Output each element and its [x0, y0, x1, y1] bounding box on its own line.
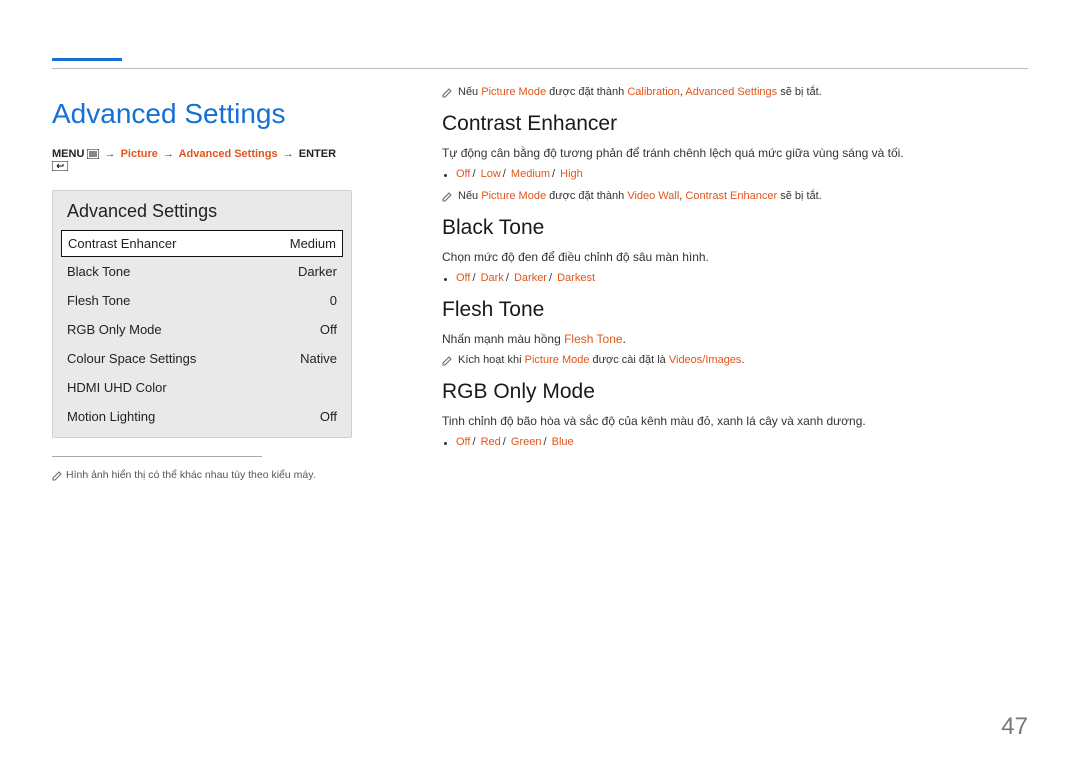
row-value: 0: [330, 293, 337, 308]
desc-black-tone: Chọn mức độ đen để điều chỉnh độ sâu màn…: [442, 250, 1028, 264]
row-label: RGB Only Mode: [67, 322, 162, 337]
footnote-text: Hình ảnh hiển thị có thể khác nhau tùy t…: [66, 469, 316, 481]
note-calibration: Nếu Picture Mode được đặt thành Calibrat…: [442, 86, 1028, 98]
panel-row-hdmi-uhd[interactable]: HDMI UHD Color: [53, 373, 351, 402]
row-label: Contrast Enhancer: [68, 236, 176, 251]
left-column: Advanced Settings MENU → Picture → Advan…: [52, 86, 352, 703]
page-title: Advanced Settings: [52, 98, 352, 130]
row-value: Native: [300, 351, 337, 366]
panel-row-colour-space[interactable]: Colour Space Settings Native: [53, 344, 351, 373]
enter-icon: [52, 161, 68, 171]
breadcrumb: MENU → Picture → Advanced Settings → ENT…: [52, 148, 352, 172]
breadcrumb-advanced: Advanced Settings: [179, 148, 278, 160]
panel-row-flesh-tone[interactable]: Flesh Tone 0: [53, 286, 351, 315]
row-value: Off: [320, 322, 337, 337]
pencil-icon: [442, 355, 453, 366]
heading-rgb-only: RGB Only Mode: [442, 380, 1028, 404]
note-video-wall: Nếu Picture Mode được đặt thành Video Wa…: [442, 190, 1028, 202]
arrow-icon: →: [163, 148, 174, 160]
heading-flesh-tone: Flesh Tone: [442, 298, 1028, 322]
arrow-icon: →: [105, 148, 116, 160]
row-value: Medium: [290, 236, 336, 251]
panel-row-rgb-only[interactable]: RGB Only Mode Off: [53, 315, 351, 344]
options-contrast-enhancer: Off/ Low/ Medium/ High: [442, 168, 1028, 180]
row-label: HDMI UHD Color: [67, 380, 167, 395]
desc-rgb-only: Tinh chỉnh độ bão hòa và sắc độ của kênh…: [442, 414, 1028, 428]
footnote-rule: [52, 456, 262, 457]
desc-contrast-enhancer: Tự động cân bằng độ tương phản để tránh …: [442, 146, 1028, 160]
settings-panel: Advanced Settings Contrast Enhancer Medi…: [52, 190, 352, 438]
panel-title: Advanced Settings: [53, 201, 351, 230]
row-label: Motion Lighting: [67, 409, 155, 424]
arrow-icon: →: [283, 148, 294, 160]
pencil-icon: [442, 191, 453, 202]
options-black-tone: Off/ Dark/ Darker/ Darkest: [442, 272, 1028, 284]
heading-contrast-enhancer: Contrast Enhancer: [442, 112, 1028, 136]
options-rgb-only: Off/ Red/ Green/ Blue: [442, 436, 1028, 448]
header-accent: [52, 58, 122, 61]
breadcrumb-enter: ENTER: [299, 148, 336, 160]
desc-flesh-tone: Nhấn mạnh màu hồng Flesh Tone.: [442, 332, 1028, 346]
header-rule: [52, 68, 1028, 69]
right-column: Nếu Picture Mode được đặt thành Calibrat…: [442, 86, 1028, 703]
row-value: Off: [320, 409, 337, 424]
note-flesh-tone: Kích hoạt khi Picture Mode được cài đặt …: [442, 354, 1028, 366]
pencil-icon: [442, 87, 453, 98]
breadcrumb-picture: Picture: [121, 148, 158, 160]
pencil-icon: [52, 470, 63, 481]
panel-row-contrast-enhancer[interactable]: Contrast Enhancer Medium: [61, 230, 343, 257]
row-label: Flesh Tone: [67, 293, 130, 308]
page-number: 47: [1001, 713, 1028, 741]
heading-black-tone: Black Tone: [442, 216, 1028, 240]
breadcrumb-menu: MENU: [52, 148, 84, 160]
footnote: Hình ảnh hiển thị có thể khác nhau tùy t…: [52, 469, 352, 481]
panel-row-black-tone[interactable]: Black Tone Darker: [53, 257, 351, 286]
row-label: Black Tone: [67, 264, 130, 279]
row-value: Darker: [298, 264, 337, 279]
row-label: Colour Space Settings: [67, 351, 196, 366]
menu-list-icon: [87, 149, 99, 159]
panel-row-motion-lighting[interactable]: Motion Lighting Off: [53, 402, 351, 431]
